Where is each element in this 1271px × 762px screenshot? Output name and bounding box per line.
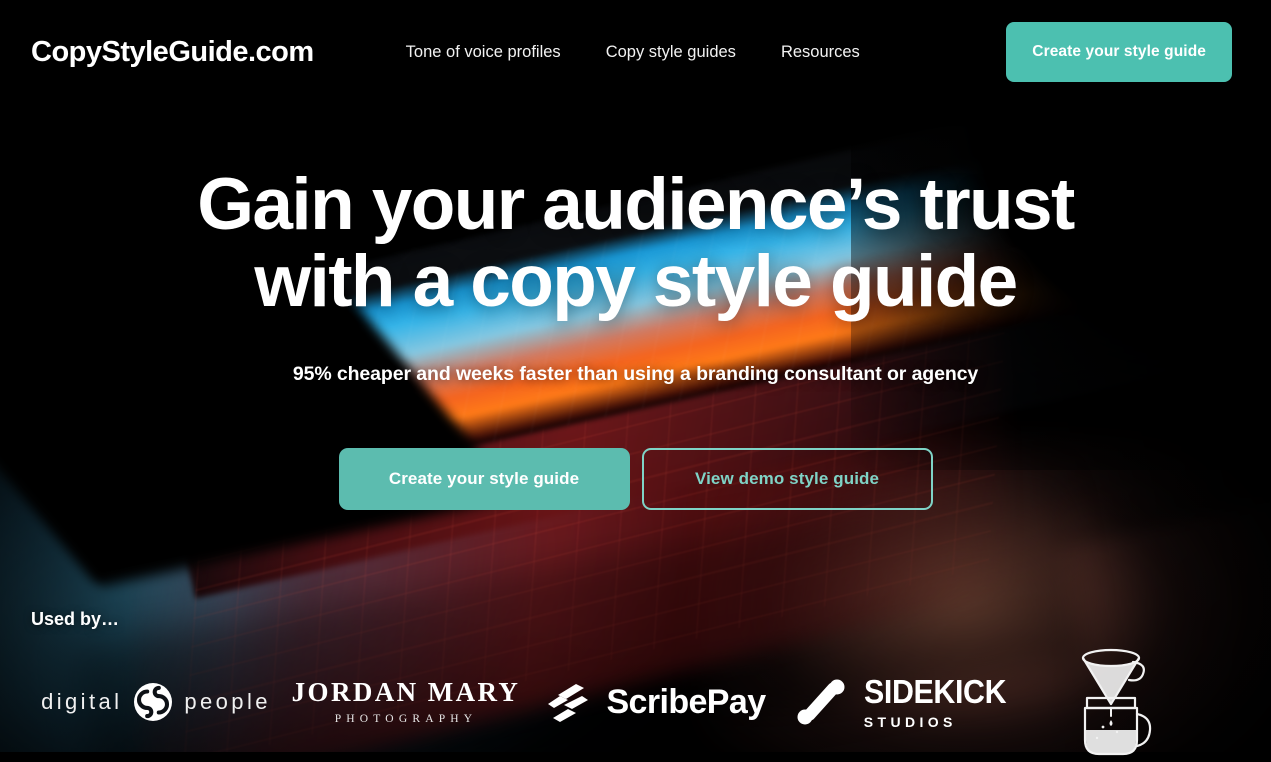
hero-action-buttons: Create your style guide View demo style … [0, 447, 1271, 510]
client-logo-row: digital people JORDAN MARY PHOTOGRAPHY S… [31, 648, 1241, 756]
interlocking-circle-icon [134, 683, 173, 721]
pour-over-coffee-icon [1081, 648, 1152, 756]
hero-title-line-2: with a copy style guide [254, 241, 1018, 323]
landing-page: CopyStyleGuide.com Tone of voice profile… [0, 0, 1271, 756]
used-by-label: Used by… [31, 609, 120, 629]
sidekick-text-block: SIDEKICK STUDIOS [864, 675, 1019, 730]
client-logo-digital-people: digital people [31, 682, 281, 722]
hero-section: Gain your audience’s trust with a copy s… [0, 104, 1271, 510]
main-navigation: Tone of voice profiles Copy style guides… [406, 43, 860, 62]
digital-people-word-digital: digital [41, 689, 123, 714]
digital-people-word-people: people [184, 689, 271, 714]
nav-link-resources[interactable]: Resources [781, 43, 860, 62]
hero-title: Gain your audience’s trust with a copy s… [0, 166, 1271, 321]
hero-title-line-1: Gain your audience’s trust [197, 164, 1075, 245]
client-logo-scribepay: ScribePay [531, 679, 781, 725]
brand-logo[interactable]: CopyStyleGuide.com [31, 36, 314, 69]
hero-create-style-guide-button[interactable]: Create your style guide [338, 447, 630, 510]
nav-link-copy-style-guides[interactable]: Copy style guides [606, 43, 736, 62]
diagonal-dots-icon [797, 679, 845, 725]
client-logo-coffee-brand [1031, 642, 1191, 762]
sidekick-subtitle: STUDIOS [863, 713, 957, 730]
hero-subtitle: 95% cheaper and weeks faster than using … [292, 362, 979, 385]
client-logo-jordan-mary-photography: JORDAN MARY PHOTOGRAPHY [281, 677, 531, 726]
client-logo-sidekick-studios: SIDEKICK STUDIOS [781, 675, 1031, 730]
slashed-s-icon [548, 684, 589, 722]
scribepay-wordmark: ScribePay [606, 682, 766, 721]
nav-link-tone-of-voice-profiles[interactable]: Tone of voice profiles [406, 43, 561, 62]
header-create-style-guide-button[interactable]: Create your style guide [1006, 22, 1232, 82]
jordan-mary-subtitle: PHOTOGRAPHY [334, 713, 478, 725]
jordan-mary-name: JORDAN MARY [291, 677, 521, 707]
hero-view-demo-style-guide-button[interactable]: View demo style guide [641, 447, 933, 510]
sidekick-wordmark: SIDEKICK [863, 672, 1007, 710]
site-header: CopyStyleGuide.com Tone of voice profile… [0, 0, 1271, 104]
used-by-section: Used by… digital people JORDAN MARY PHOT… [31, 609, 1241, 756]
